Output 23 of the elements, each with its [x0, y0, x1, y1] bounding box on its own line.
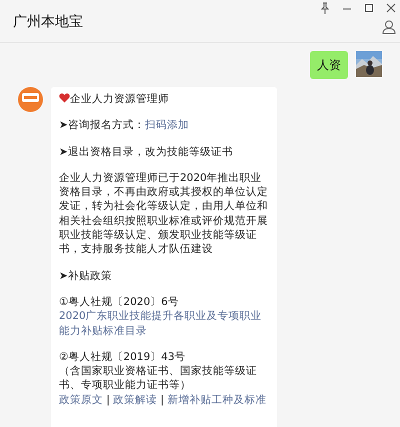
window-title: 广州本地宝 [13, 13, 83, 32]
message-text: 企业人力资源管理师已于2020年推出职业资格目录，不再由政府或其授权的单位认定发证，转为社会化等级认定，由用人单位和相关社会组织按照职业标准或评价规范开展职业技能等级认定、颁发职业技能等级证书，支持服务技能人才队伍建设 [59, 170, 269, 257]
person-icon[interactable] [382, 20, 396, 34]
message-text: （含国家职业资格证书、国家技能等级证书、专项职业能力证书等） [59, 364, 258, 393]
heart-icon [59, 93, 70, 103]
message-text: ①粤人社规〔2020〕6号 [59, 294, 180, 310]
close-icon[interactable] [386, 2, 396, 14]
link[interactable]: 扫码添加 [144, 119, 189, 132]
chat-bubble: 人资 [310, 51, 348, 79]
link[interactable]: 新增补贴工种及标准 [167, 394, 266, 406]
link[interactable]: 政策原文 [59, 394, 103, 406]
maximize-icon[interactable] [364, 2, 374, 14]
message-text: ②粤人社规〔2019〕43号 [59, 350, 186, 364]
message-text: | [105, 394, 111, 406]
pin-icon[interactable] [320, 2, 330, 14]
message-text: ➤补贴政策 [59, 268, 113, 283]
message-text: ➤咨询报名方式： [59, 119, 145, 132]
link[interactable]: 政策解读 [113, 394, 158, 406]
avatar-icon[interactable] [18, 87, 43, 112]
link[interactable]: 2020广东职业技能提升各职业及专项职业能力补贴标准目录 [59, 309, 271, 338]
message-text: 企业人力资源管理师 [70, 93, 169, 105]
message-text: | [160, 394, 166, 406]
message-text: ➤退出资格目录，改为技能等级证书 [59, 144, 234, 159]
